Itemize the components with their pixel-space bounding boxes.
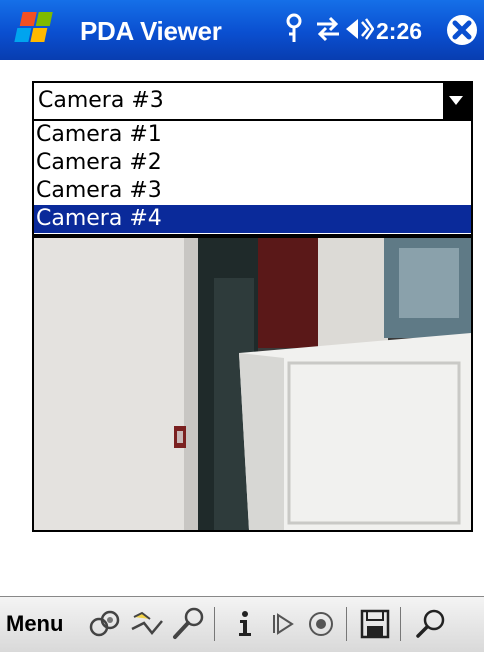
title-bar: PDA Viewer 2:26 [0,0,484,60]
settings-icon[interactable] [170,605,208,643]
volume-icon[interactable] [344,12,374,46]
camera-option-1[interactable]: Camera #1 [34,121,471,149]
antenna-icon[interactable] [283,12,305,46]
connectivity-icon[interactable] [315,12,341,46]
camera-dropdown-list: Camera #1 Camera #2 Camera #3 Camera #4 [32,121,473,236]
clock-time[interactable]: 2:26 [376,18,422,45]
connect-icon[interactable] [86,605,124,643]
camera-option-4[interactable]: Camera #4 [34,205,471,233]
dropdown-button[interactable] [443,83,471,119]
app-title: PDA Viewer [80,16,222,46]
camera-image [34,238,471,530]
play-icon[interactable] [264,605,302,643]
close-icon[interactable] [445,13,479,47]
camera-option-3[interactable]: Camera #3 [34,177,471,205]
toolbar-separator [214,607,215,641]
menu-button[interactable]: Menu [6,611,63,637]
camera-select-value: Camera #3 [38,88,164,113]
disconnect-icon[interactable] [128,605,166,643]
windows-start-icon[interactable] [8,6,58,54]
toolbar-separator [346,607,347,641]
info-icon[interactable] [226,605,264,643]
save-icon[interactable] [356,605,394,643]
record-icon[interactable] [302,605,340,643]
toolbar-separator [400,607,401,641]
camera-select[interactable]: Camera #3 [32,81,473,121]
menu-bar: Menu [0,596,484,652]
camera-option-2[interactable]: Camera #2 [34,149,471,177]
zoom-icon[interactable] [412,605,450,643]
camera-video-feed [32,236,473,532]
chevron-down-icon [449,96,463,105]
